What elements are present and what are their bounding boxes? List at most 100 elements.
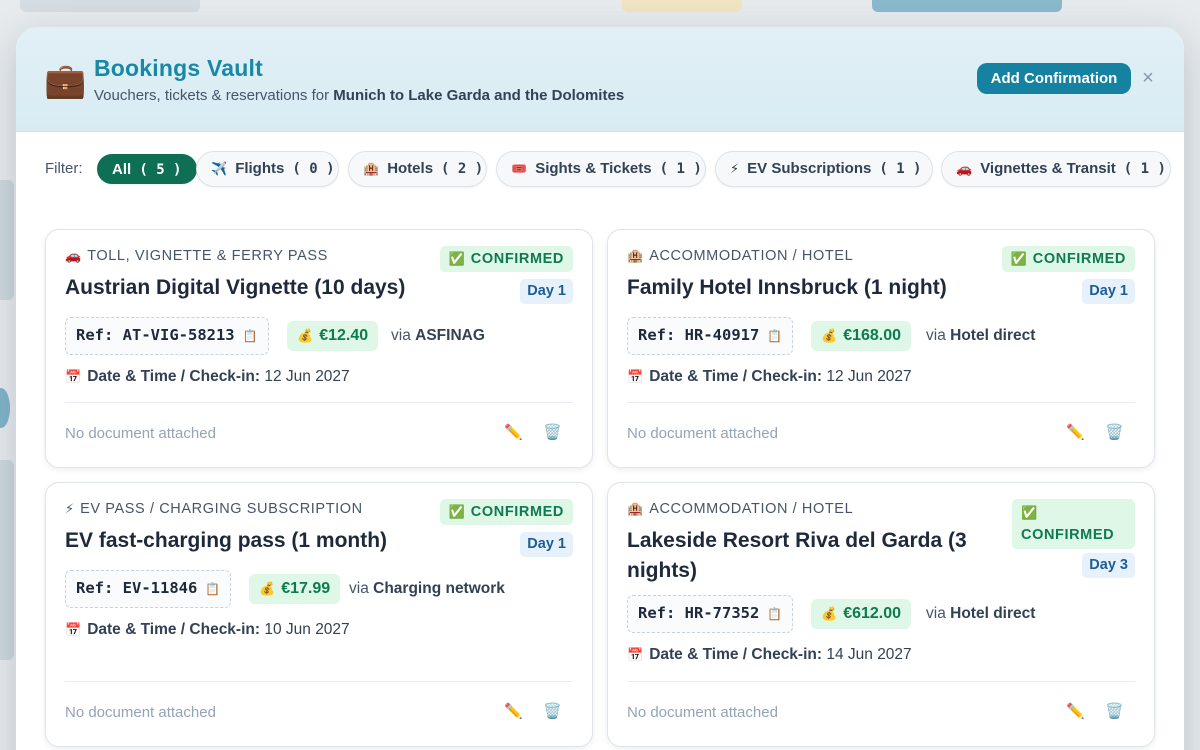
filter-chip-count: ( 1 ) bbox=[879, 161, 922, 177]
copy-icon[interactable]: 📋 bbox=[243, 329, 258, 343]
day-badge: Day 1 bbox=[1082, 279, 1135, 304]
price-tag: 💰 €168.00 bbox=[811, 321, 912, 351]
delete-icon[interactable]: 🗑️ bbox=[543, 702, 562, 720]
modal-title: Bookings Vault bbox=[94, 55, 263, 81]
modal-subtitle: Vouchers, tickets & reservations for Mun… bbox=[94, 87, 624, 104]
edit-icon[interactable]: ✏️ bbox=[1066, 423, 1085, 441]
booking-card[interactable]: 🏨 ACCOMMODATION / HOTEL Family Hotel Inns… bbox=[607, 229, 1155, 468]
filter-chip-label: Hotels bbox=[387, 160, 434, 177]
check-icon: ✅ bbox=[448, 504, 465, 519]
filter-chip-all[interactable]: All ( 5 ) bbox=[97, 154, 197, 184]
filter-chip-sights-tickets[interactable]: 🎟️ Sights & Tickets ( 1 ) bbox=[496, 151, 706, 187]
modal-header: 💼 Bookings Vault Vouchers, tickets & res… bbox=[16, 27, 1184, 132]
card-divider bbox=[627, 681, 1135, 682]
booking-card[interactable]: ⚡ EV PASS / CHARGING SUBSCRIPTION EV fast… bbox=[45, 482, 593, 747]
no-document-text: No document attached bbox=[65, 704, 216, 721]
edit-icon[interactable]: ✏️ bbox=[504, 423, 523, 441]
day-badge: Day 3 bbox=[1082, 553, 1135, 578]
filter-chip-count: ( 0 ) bbox=[292, 161, 335, 177]
close-icon[interactable]: × bbox=[1140, 65, 1156, 91]
filter-chip-vignettes-transit[interactable]: 🚗 Vignettes & Transit ( 1 ) bbox=[941, 151, 1171, 187]
price-tag: 💰 €612.00 bbox=[811, 599, 912, 629]
hotel-icon: 🏨 bbox=[627, 501, 644, 516]
reference-code[interactable]: Ref: HR-77352 📋 bbox=[627, 595, 794, 633]
edit-icon[interactable]: ✏️ bbox=[1066, 702, 1085, 720]
filter-label: Filter: bbox=[45, 160, 83, 177]
hotel-icon: 🏨 bbox=[627, 248, 644, 263]
filter-chip-ev-subscriptions[interactable]: ⚡ EV Subscriptions ( 1 ) bbox=[715, 151, 933, 187]
money-bag-icon: 💰 bbox=[821, 606, 838, 621]
filter-chip-label: Flights bbox=[235, 160, 285, 177]
ticket-icon: 🎟️ bbox=[511, 161, 528, 176]
money-bag-icon: 💰 bbox=[821, 328, 838, 343]
delete-icon[interactable]: 🗑️ bbox=[1105, 423, 1124, 441]
booking-datetime: 📅 Date & Time / Check-in: 10 Jun 2027 bbox=[65, 621, 350, 638]
filter-chip-label: All bbox=[112, 161, 132, 178]
filter-chip-label: EV Subscriptions bbox=[747, 160, 872, 177]
car-icon: 🚗 bbox=[956, 161, 973, 176]
booking-category: 🚗 TOLL, VIGNETTE & FERRY PASS bbox=[65, 248, 328, 264]
background-sidebar bbox=[0, 180, 14, 300]
reference-code[interactable]: Ref: HR-40917 📋 bbox=[627, 317, 794, 355]
bookings-vault-modal: 💼 Bookings Vault Vouchers, tickets & res… bbox=[16, 27, 1184, 750]
add-confirmation-button[interactable]: Add Confirmation bbox=[977, 63, 1131, 94]
check-icon: ✅ bbox=[1010, 251, 1027, 266]
provider: via Charging network bbox=[349, 580, 505, 597]
day-badge: Day 1 bbox=[520, 532, 573, 557]
filter-chip-flights[interactable]: ✈️ Flights ( 0 ) bbox=[196, 151, 339, 187]
filter-chip-label: Vignettes & Transit bbox=[980, 160, 1116, 177]
car-icon: 🚗 bbox=[65, 248, 82, 263]
booking-datetime: 📅 Date & Time / Check-in: 14 Jun 2027 bbox=[627, 646, 912, 663]
calendar-icon: 📅 bbox=[65, 622, 82, 637]
booking-datetime: 📅 Date & Time / Check-in: 12 Jun 2027 bbox=[65, 368, 350, 385]
filter-chip-count: ( 1 ) bbox=[659, 161, 702, 177]
card-divider bbox=[65, 402, 573, 403]
copy-icon[interactable]: 📋 bbox=[205, 582, 220, 596]
filter-chip-count: ( 5 ) bbox=[139, 162, 182, 178]
card-divider bbox=[65, 681, 573, 682]
background-toolbar bbox=[20, 0, 200, 12]
provider: via Hotel direct bbox=[926, 605, 1036, 622]
calendar-icon: 📅 bbox=[627, 647, 644, 662]
money-bag-icon: 💰 bbox=[297, 328, 314, 343]
lightning-icon: ⚡ bbox=[65, 501, 75, 516]
status-badge: ✅ CONFIRMED bbox=[1001, 246, 1135, 272]
booking-category: ⚡ EV PASS / CHARGING SUBSCRIPTION bbox=[65, 501, 363, 517]
filter-chip-hotels[interactable]: 🏨 Hotels ( 2 ) bbox=[348, 151, 487, 187]
booking-category: 🏨 ACCOMMODATION / HOTEL bbox=[627, 501, 854, 517]
no-document-text: No document attached bbox=[65, 425, 216, 442]
background-fab bbox=[0, 388, 10, 428]
card-divider bbox=[627, 402, 1135, 403]
price-tag: 💰 €12.40 bbox=[287, 321, 379, 351]
booking-title: EV fast-charging pass (1 month) bbox=[65, 529, 388, 552]
reference-code[interactable]: Ref: AT-VIG-58213 📋 bbox=[65, 317, 269, 355]
delete-icon[interactable]: 🗑️ bbox=[1105, 702, 1124, 720]
booking-datetime: 📅 Date & Time / Check-in: 12 Jun 2027 bbox=[627, 368, 912, 385]
status-badge: ✅ CONFIRMED bbox=[439, 246, 573, 272]
provider: via ASFINAG bbox=[391, 327, 485, 344]
copy-icon[interactable]: 📋 bbox=[767, 329, 782, 343]
booking-card[interactable]: 🏨 ACCOMMODATION / HOTEL Lakeside Resort R… bbox=[607, 482, 1155, 747]
delete-icon[interactable]: 🗑️ bbox=[543, 423, 562, 441]
status-badge: ✅ CONFIRMED bbox=[1012, 499, 1135, 549]
status-badge: ✅ CONFIRMED bbox=[439, 499, 573, 525]
calendar-icon: 📅 bbox=[627, 369, 644, 384]
copy-icon[interactable]: 📋 bbox=[767, 607, 782, 621]
edit-icon[interactable]: ✏️ bbox=[504, 702, 523, 720]
no-document-text: No document attached bbox=[627, 704, 778, 721]
provider: via Hotel direct bbox=[926, 327, 1036, 344]
background-tab bbox=[622, 0, 742, 12]
filter-chip-count: ( 1 ) bbox=[1123, 161, 1166, 177]
background-sidebar-lower bbox=[0, 460, 14, 660]
filter-chip-count: ( 2 ) bbox=[441, 161, 484, 177]
booking-card[interactable]: 🚗 TOLL, VIGNETTE & FERRY PASS Austrian Di… bbox=[45, 229, 593, 468]
money-bag-icon: 💰 bbox=[259, 581, 276, 596]
airplane-icon: ✈️ bbox=[211, 161, 228, 176]
background-button bbox=[872, 0, 1062, 12]
check-icon: ✅ bbox=[448, 251, 465, 266]
subtitle-prefix: Vouchers, tickets & reservations for bbox=[94, 87, 330, 104]
reference-code[interactable]: Ref: EV-11846 📋 bbox=[65, 570, 232, 608]
day-badge: Day 1 bbox=[520, 279, 573, 304]
filter-chip-label: Sights & Tickets bbox=[535, 160, 652, 177]
trip-name: Munich to Lake Garda and the Dolomites bbox=[333, 87, 625, 104]
